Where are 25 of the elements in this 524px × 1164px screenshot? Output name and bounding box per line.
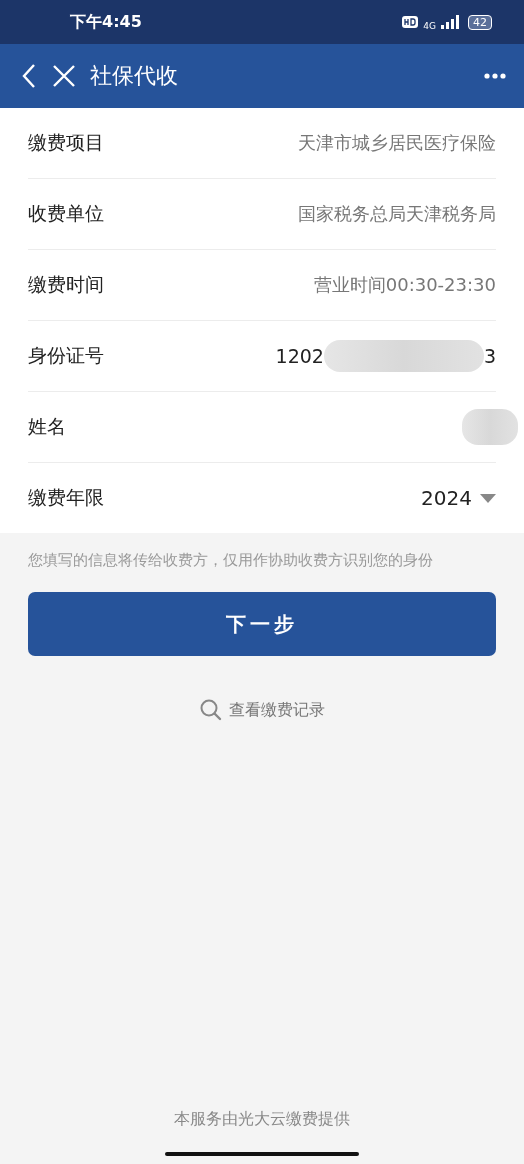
field-value: 营业时间00:30-23:30 xyxy=(313,273,496,297)
year-select[interactable]: 2024 xyxy=(421,486,496,510)
network-type: 4G xyxy=(423,21,436,31)
page-title: 社保代收 xyxy=(90,62,178,90)
field-label: 缴费项目 xyxy=(28,130,104,155)
more-button[interactable] xyxy=(482,71,508,81)
next-button[interactable]: 下一步 xyxy=(28,592,496,656)
field-label: 身份证号 xyxy=(28,343,104,368)
field-label: 缴费时间 xyxy=(28,272,104,297)
battery-level: 42 xyxy=(473,15,487,29)
records-link[interactable]: 查看缴费记录 xyxy=(193,698,331,722)
field-value: 天津市城乡居民医疗保险 xyxy=(298,131,496,155)
status-time: 下午4:45 xyxy=(70,11,142,33)
dropdown-icon xyxy=(480,493,496,503)
hd-icon xyxy=(402,16,419,28)
field-label: 姓名 xyxy=(28,414,66,439)
search-icon xyxy=(199,699,222,721)
field-label: 收费单位 xyxy=(28,201,104,226)
field-value: 1202 xyxy=(275,345,324,367)
field-label: 缴费年限 xyxy=(28,485,104,510)
redaction-blur xyxy=(462,409,518,445)
field-value: 3 xyxy=(483,345,496,367)
field-value: 国家税务总局天津税务局 xyxy=(298,202,496,226)
provider-footer: 本服务由光大云缴费提供 xyxy=(0,1109,524,1130)
privacy-note: 您填写的信息将传给收费方，仅用作协助收费方识别您的身份 xyxy=(28,551,434,570)
